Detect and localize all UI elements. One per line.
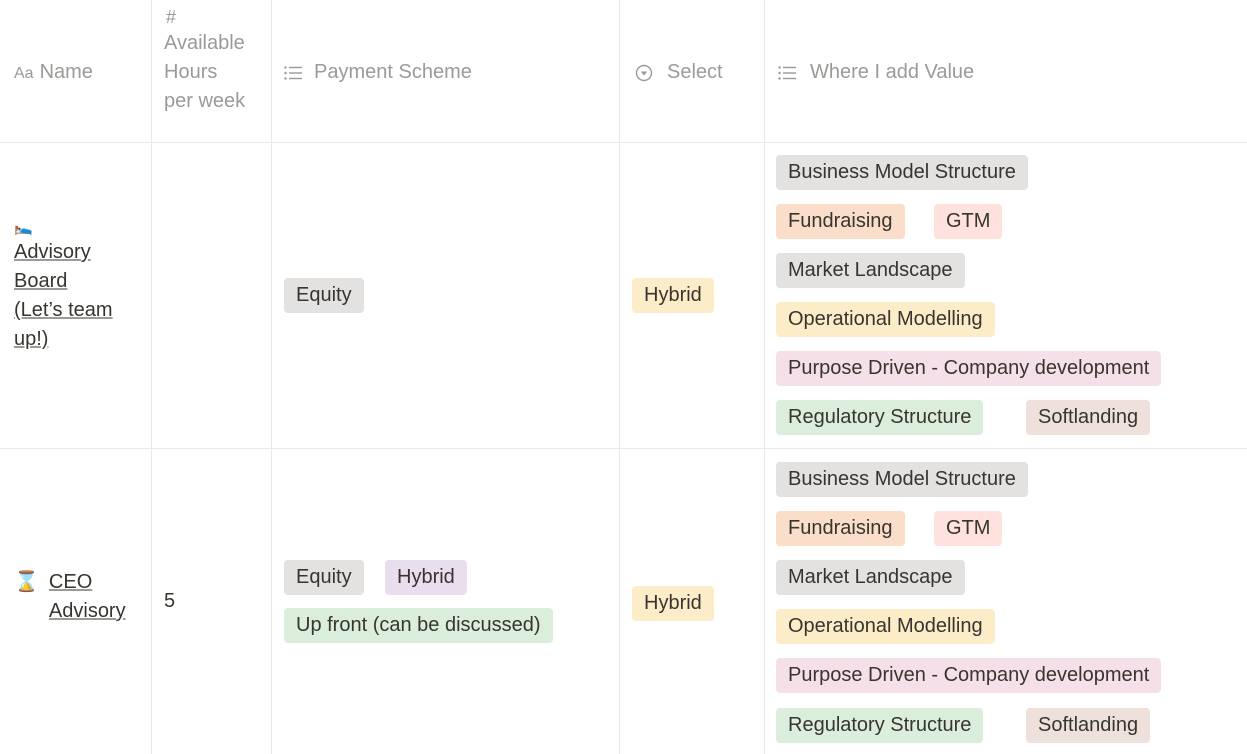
page-link-line: Advisory bbox=[48, 600, 126, 622]
column-header-select[interactable]: Select bbox=[635, 58, 723, 87]
page-link-line: CEO bbox=[48, 571, 93, 593]
value-tag[interactable]: Fundraising bbox=[776, 511, 905, 546]
select-tag[interactable]: Hybrid bbox=[632, 586, 714, 621]
payment-tag[interactable]: Equity bbox=[284, 560, 364, 595]
column-header-where-i-add-value[interactable]: Where I add Value bbox=[778, 58, 974, 87]
payment-tag[interactable]: Equity bbox=[284, 278, 364, 313]
value-tag[interactable]: Fundraising bbox=[776, 204, 905, 239]
column-header-payment-scheme[interactable]: Payment Scheme bbox=[284, 58, 472, 87]
hours-cell[interactable]: 5 bbox=[164, 590, 175, 613]
row-divider bbox=[0, 448, 1247, 449]
number-icon: # bbox=[166, 7, 177, 27]
page-link[interactable]: CEO Advisory bbox=[49, 568, 126, 626]
hourglass-emoji-icon: ⌛ bbox=[14, 571, 39, 593]
page-link-line: Board bbox=[14, 270, 68, 292]
column-header-label-line: Hours bbox=[164, 61, 218, 83]
column-header-label: Payment Scheme bbox=[314, 61, 472, 83]
column-header-name[interactable]: Aa Name bbox=[14, 58, 93, 87]
column-divider bbox=[764, 0, 765, 754]
value-tag[interactable]: Purpose Driven - Company development bbox=[776, 351, 1162, 386]
column-divider bbox=[619, 0, 620, 754]
text-type-icon: Aa bbox=[14, 65, 34, 82]
page-link-line: Advisory bbox=[14, 241, 91, 263]
value-tag[interactable]: Operational Modelling bbox=[776, 609, 995, 644]
value-tag[interactable]: Market Landscape bbox=[776, 560, 965, 595]
select-tag[interactable]: Hybrid bbox=[632, 278, 714, 313]
column-header-hours[interactable]: # Available Hours per week bbox=[164, 5, 245, 116]
value-tag[interactable]: Business Model Structure bbox=[776, 155, 1028, 190]
column-divider bbox=[151, 0, 152, 754]
value-tag[interactable]: Regulatory Structure bbox=[776, 708, 984, 743]
column-divider bbox=[271, 0, 272, 754]
value-tag[interactable]: Softlanding bbox=[1026, 708, 1151, 743]
name-cell[interactable]: 🛌 Advisory Board (Let’s team up!) bbox=[14, 218, 144, 354]
value-tag[interactable]: Softlanding bbox=[1026, 400, 1151, 435]
value-tag[interactable]: Market Landscape bbox=[776, 253, 965, 288]
column-header-label-line: per week bbox=[164, 90, 246, 112]
column-header-label-line: Available bbox=[164, 32, 245, 54]
payment-tag[interactable]: Hybrid bbox=[385, 560, 467, 595]
column-header-label: Name bbox=[39, 61, 93, 83]
value-tag[interactable]: Operational Modelling bbox=[776, 302, 995, 337]
page-link[interactable]: Advisory Board (Let’s team up!) bbox=[14, 238, 144, 354]
multi-select-icon bbox=[284, 65, 302, 80]
column-header-label: Where I add Value bbox=[810, 61, 975, 83]
payment-tag[interactable]: Up front (can be discussed) bbox=[284, 608, 553, 643]
page-link-line: (Let’s team bbox=[14, 299, 113, 321]
row-divider bbox=[0, 142, 1247, 143]
select-icon bbox=[635, 64, 653, 81]
multi-select-icon bbox=[778, 65, 796, 80]
value-tag[interactable]: Regulatory Structure bbox=[776, 400, 984, 435]
value-tag[interactable]: Business Model Structure bbox=[776, 462, 1028, 497]
value-tag[interactable]: Purpose Driven - Company development bbox=[776, 658, 1162, 693]
page-link-line: up!) bbox=[14, 328, 49, 350]
value-tag[interactable]: GTM bbox=[934, 204, 1003, 239]
column-header-label: Select bbox=[667, 61, 723, 83]
value-tag[interactable]: GTM bbox=[934, 511, 1003, 546]
name-cell[interactable]: ⌛ CEO Advisory bbox=[14, 568, 144, 626]
bed-emoji-icon: 🛌 bbox=[14, 219, 33, 236]
